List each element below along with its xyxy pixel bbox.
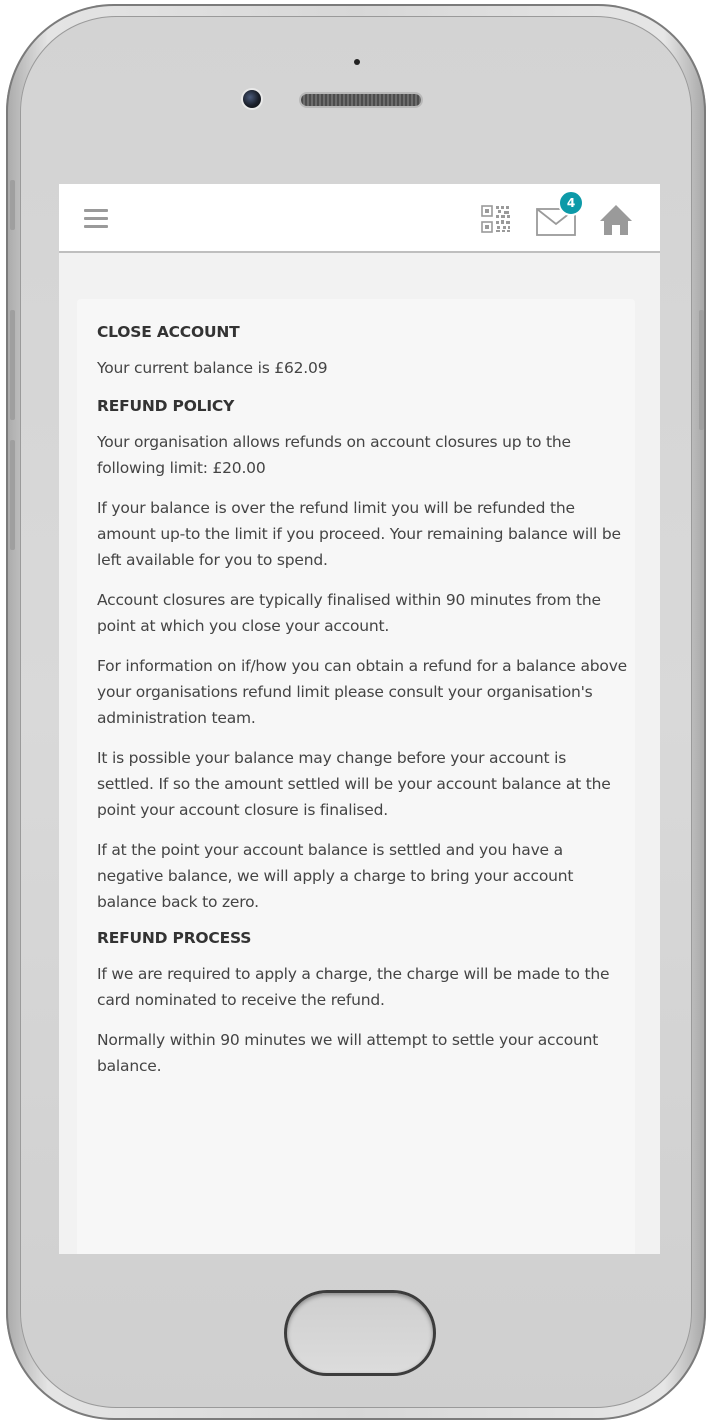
policy-paragraph: Your organisation allows refunds on acco… — [97, 433, 571, 477]
earpiece-speaker — [301, 94, 421, 106]
phone-side-button-left — [10, 180, 15, 230]
qr-code-icon[interactable] — [479, 203, 515, 235]
refund-process-heading: REFUND PROCESS — [97, 929, 252, 947]
proximity-sensor — [354, 59, 360, 65]
phone-side-button-left-2 — [10, 310, 15, 420]
page-title: CLOSE ACCOUNT — [97, 323, 240, 341]
close-account-card: CLOSE ACCOUNT Your current balance is £6… — [77, 299, 635, 1254]
policy-paragraph: If at the point your account balance is … — [97, 841, 574, 911]
current-balance-text: Your current balance is £62.09 — [97, 359, 328, 377]
front-camera — [243, 90, 261, 108]
phone-side-button-left-3 — [10, 440, 15, 550]
process-paragraph: Normally within 90 minutes we will attem… — [97, 1031, 599, 1075]
process-paragraph: If we are required to apply a charge, th… — [97, 965, 610, 1009]
refund-policy-heading: REFUND POLICY — [97, 397, 235, 415]
phone-home-button[interactable] — [284, 1290, 436, 1376]
phone-side-button-right — [699, 310, 704, 430]
home-icon[interactable] — [598, 203, 634, 237]
card-content: CLOSE ACCOUNT Your current balance is £6… — [97, 323, 627, 1093]
policy-paragraph: Account closures are typically finalised… — [97, 591, 601, 635]
app-screen: 4 CLOSE ACCOUNT Your current balance is … — [59, 184, 660, 1254]
top-bar: 4 — [59, 184, 660, 253]
policy-paragraph: If your balance is over the refund limit… — [97, 499, 621, 569]
policy-paragraph: For information on if/how you can obtain… — [97, 657, 628, 727]
policy-paragraph: It is possible your balance may change b… — [97, 749, 611, 819]
mail-badge: 4 — [558, 190, 584, 216]
hamburger-menu-icon[interactable] — [84, 209, 108, 229]
